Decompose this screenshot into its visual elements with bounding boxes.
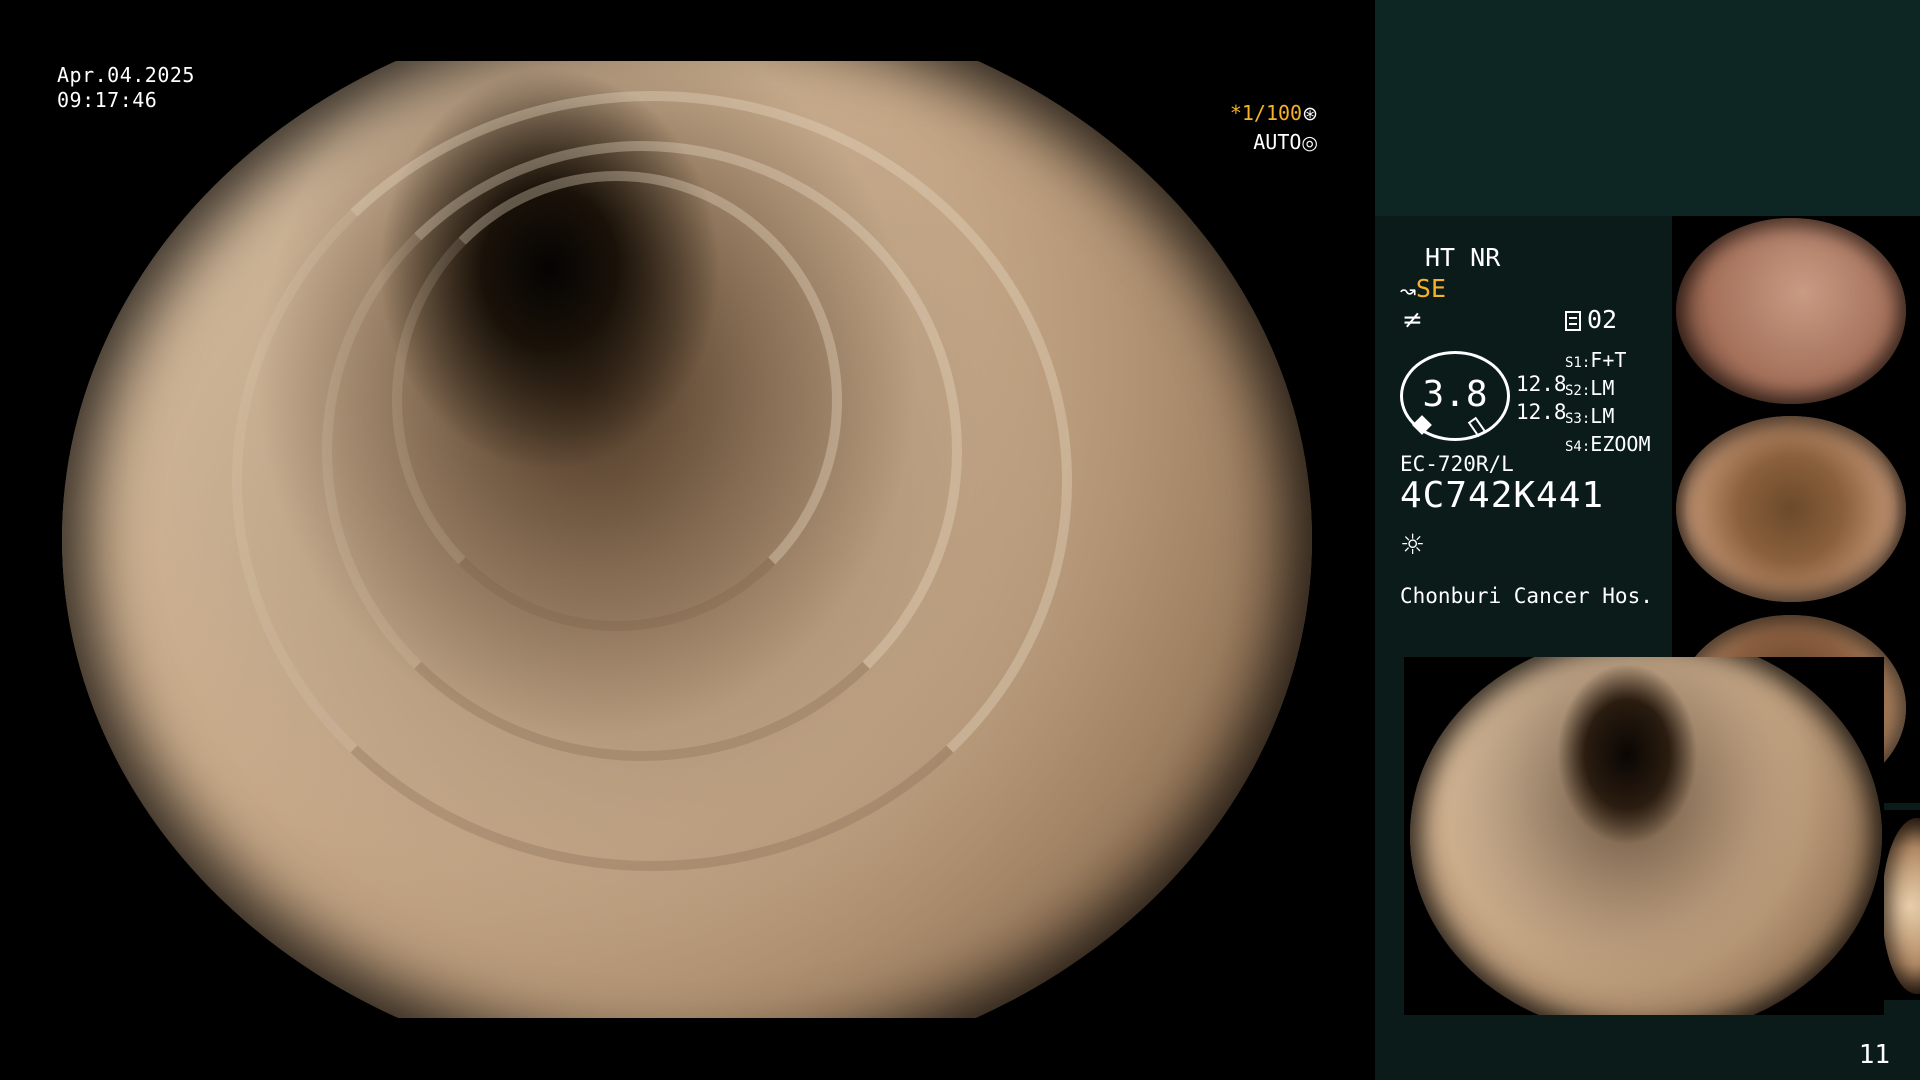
shutter-row: *1/100⊛	[1230, 99, 1318, 128]
thumbnail-image	[1676, 416, 1906, 602]
time-text: 09:17:46	[57, 88, 158, 112]
reading-2: 12.8	[1516, 400, 1567, 424]
scope-slot-3: S3:LM	[1565, 404, 1615, 428]
capture-thumbnail[interactable]	[1672, 216, 1920, 406]
enhance-icon: ↝	[1400, 280, 1416, 302]
hospital-name: Chonburi Cancer Hos.	[1400, 584, 1653, 608]
capture-thumbnail[interactable]	[1882, 810, 1920, 1000]
endoscope-main-view	[62, 61, 1312, 1018]
structure-indicator: ≠	[1402, 305, 1423, 334]
exposure-row: AUTO◎	[1230, 128, 1318, 157]
capture-thumbnail[interactable]	[1672, 414, 1920, 604]
date-text: Apr.04.2025	[57, 63, 195, 87]
reading-1: 12.8	[1516, 372, 1567, 396]
list-icon	[1565, 311, 1581, 331]
scope-switch-list: S1:F+T S2:LM S3:LM S4:EZOOM	[1565, 348, 1651, 460]
se-label: SE	[1415, 274, 1447, 303]
processing-mode: HT NR	[1425, 243, 1501, 272]
thumbnail-image	[1882, 818, 1920, 994]
date-time: Apr.04.2025 09:17:46	[57, 63, 195, 113]
aperture-icon: ⊛	[1302, 103, 1318, 125]
exposure-mode: AUTO	[1253, 130, 1302, 154]
gauge-value: 3.8	[1422, 374, 1488, 415]
exposure-info: *1/100⊛ AUTO◎	[1230, 99, 1318, 157]
scope-slot-1: S1:F+T	[1565, 348, 1627, 372]
scope-slot-4: S4:EZOOM	[1565, 432, 1651, 456]
sun-icon: ☼	[1400, 528, 1426, 561]
panel-header	[1375, 0, 1920, 216]
mucosal-fold	[392, 171, 842, 631]
enhancement-mode: ↝SE	[1400, 274, 1446, 306]
target-icon: ◎	[1301, 132, 1318, 154]
capture-preview[interactable]	[1404, 657, 1884, 1015]
thumbnail-image	[1676, 218, 1906, 404]
page-number: 11	[1858, 1040, 1890, 1070]
scope-slot-2: S2:LM	[1565, 376, 1615, 400]
scope-serial: 4C742K441	[1400, 475, 1605, 516]
gauge-readings: 12.8 12.8	[1516, 370, 1567, 426]
channel-number: 02	[1587, 305, 1618, 334]
shutter-speed: *1/100	[1229, 101, 1303, 125]
preview-image	[1410, 657, 1882, 1015]
channel-indicator: 02	[1565, 305, 1617, 335]
